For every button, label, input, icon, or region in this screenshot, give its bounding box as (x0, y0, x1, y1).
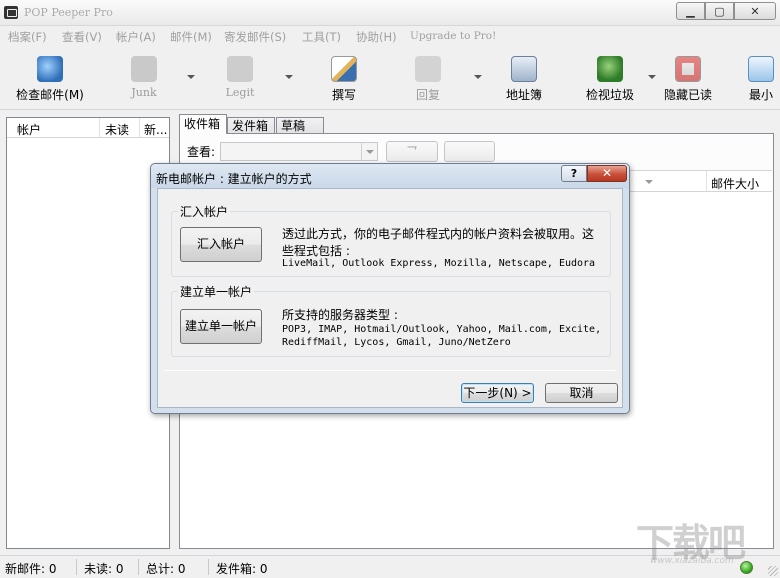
tab-inbox[interactable]: 收件箱 (179, 114, 227, 134)
import-description: 透过此方式，你的电子邮件程式内的帐户资料会被取用。这 些程式包括 : (282, 225, 608, 259)
menu-upgrade[interactable]: Upgrade to Pro! (410, 30, 496, 42)
servers-list: POP3, IMAP, Hotmail/Outlook, Yahoo, Mail… (282, 323, 601, 349)
maximize-button[interactable]: ▢ (705, 2, 734, 20)
address-book-icon (511, 56, 537, 82)
reply-label: 回复 (415, 88, 440, 102)
status-bar: 新邮件: 0 未读: 0 总计: 0 发件箱: 0 (0, 555, 780, 578)
address-book-label: 地址簿 (505, 88, 542, 102)
dialog-client: 汇入帐户 汇入帐户 透过此方式，你的电子邮件程式内的帐户资料会被取用。这 些程式… (157, 188, 623, 408)
servers-line1: POP3, IMAP, Hotmail/Outlook, Yahoo, Mail… (282, 324, 602, 335)
new-account-dialog: 新电邮帐户 : 建立帐户的方式 ? ✕ 汇入帐户 汇入帐户 透过此方式，你的电子… (150, 163, 630, 414)
chevron-down-icon[interactable] (361, 143, 377, 160)
close-window-button[interactable]: ✕ (734, 2, 776, 20)
column-mail-size[interactable]: 邮件大小 (711, 175, 759, 192)
cancel-button[interactable]: 取消 (545, 383, 618, 403)
minimize-label: 最小 (748, 88, 773, 102)
tab-drafts[interactable]: 草稿 (276, 117, 324, 134)
menu-view[interactable]: 查看(V) (62, 29, 102, 45)
connection-status-icon[interactable] (740, 561, 753, 574)
address-book-button[interactable]: 地址簿 (500, 52, 548, 106)
title-bar: POP Peeper Pro ▁ ▢ ✕ (0, 0, 780, 26)
menu-mail[interactable]: 邮件(M) (170, 29, 212, 45)
column-divider[interactable] (99, 118, 100, 137)
servers-description: 所支持的服务器类型 : (282, 308, 398, 322)
column-unread[interactable]: 未读 (105, 121, 129, 138)
view-secondary-button[interactable] (444, 141, 495, 162)
toolbar: 检查邮件(M) Junk Legit 撰写 回复 地址簿 检视垃圾 隐藏已读 最… (0, 46, 780, 110)
column-divider[interactable] (706, 171, 707, 191)
column-new[interactable]: 新... (144, 121, 167, 138)
check-mail-label: 检查邮件(M) (16, 88, 84, 102)
check-mail-button[interactable]: 检查邮件(M) (14, 52, 86, 106)
check-mail-icon (37, 56, 63, 82)
legit-label: Legit (225, 86, 255, 99)
hide-read-label: 隐藏已读 (663, 88, 712, 102)
import-account-group: 汇入帐户 汇入帐户 透过此方式，你的电子邮件程式内的帐户资料会被取用。这 些程式… (171, 203, 611, 277)
hide-read-button[interactable]: 隐藏已读 (660, 52, 716, 106)
menu-tools[interactable]: 工具(T) (302, 29, 341, 45)
junk-dropdown-arrow[interactable] (187, 75, 195, 79)
view-label: 查看: (187, 145, 216, 159)
view-junk-dropdown-arrow[interactable] (648, 75, 656, 79)
view-junk-icon (597, 56, 623, 82)
column-account[interactable]: 帐户 (17, 121, 41, 138)
legit-dropdown-arrow[interactable] (285, 75, 293, 79)
sort-caret-icon[interactable] (645, 180, 653, 184)
junk-button[interactable]: Junk (120, 52, 168, 106)
status-divider (138, 559, 139, 575)
minimize-icon (748, 56, 774, 82)
reply-dropdown-arrow[interactable] (474, 75, 482, 79)
create-single-account-button[interactable]: 建立单一帐户 (180, 309, 262, 344)
status-divider (208, 559, 209, 575)
legit-thumb-up-icon (227, 56, 253, 82)
import-desc-line1: 透过此方式，你的电子邮件程式内的帐户资料会被取用。这 (282, 227, 595, 241)
dialog-divider (164, 370, 616, 371)
resize-grip-icon[interactable] (768, 566, 778, 576)
compose-icon (331, 56, 357, 82)
compose-button[interactable]: 撰写 (320, 52, 368, 106)
menu-account[interactable]: 帐户(A) (116, 29, 156, 45)
view-junk-button[interactable]: 检视垃圾 (582, 52, 638, 106)
import-account-button[interactable]: 汇入帐户 (180, 227, 262, 262)
legit-button[interactable]: Legit (216, 52, 264, 106)
window-title: POP Peeper Pro (24, 6, 113, 19)
dialog-frame: 新电邮帐户 : 建立帐户的方式 ? ✕ 汇入帐户 汇入帐户 透过此方式，你的电子… (151, 164, 629, 413)
menu-file[interactable]: 档案(F) (8, 29, 47, 45)
app-icon (4, 6, 18, 19)
view-select[interactable] (220, 142, 378, 161)
status-total: 总计: 0 (146, 562, 186, 576)
tab-outbox[interactable]: 发件箱 (227, 117, 275, 134)
compose-label: 撰写 (331, 88, 356, 102)
reply-icon (415, 56, 441, 82)
junk-label: Junk (131, 86, 157, 99)
accounts-header: 帐户 未读 新... (7, 118, 169, 138)
menu-help[interactable]: 协助(H) (356, 29, 397, 45)
single-group-title: 建立单一帐户 (178, 283, 255, 300)
status-divider (76, 559, 77, 575)
status-unread: 未读: 0 (84, 562, 124, 576)
status-new-mail: 新邮件: 0 (5, 562, 57, 576)
minimize-button[interactable]: ▁ (676, 2, 705, 20)
hide-read-icon (675, 56, 701, 82)
dialog-title: 新电邮帐户 : 建立帐户的方式 (156, 172, 312, 186)
accounts-panel[interactable]: 帐户 未读 新... (6, 117, 170, 549)
servers-line2: RediffMail, Lycos, Gmail, Juno/NetZero (282, 337, 511, 348)
junk-thumb-down-icon (131, 56, 157, 82)
column-divider[interactable] (139, 118, 140, 137)
next-button[interactable]: 下一步(N) > (461, 383, 534, 403)
single-account-group: 建立单一帐户 建立单一帐户 所支持的服务器类型 : POP3, IMAP, Ho… (171, 283, 611, 357)
reply-button[interactable]: 回复 (404, 52, 452, 106)
menu-bar: 档案(F) 查看(V) 帐户(A) 邮件(M) 寄发邮件(S) 工具(T) 协助… (0, 26, 780, 46)
view-junk-label: 检视垃圾 (585, 88, 634, 102)
view-apply-button[interactable]: ⺂ (386, 141, 438, 162)
import-group-title: 汇入帐户 (178, 203, 231, 220)
menu-send-mail[interactable]: 寄发邮件(S) (224, 29, 286, 45)
help-button[interactable]: ? (561, 165, 587, 182)
minimize-to-tray-button[interactable]: 最小 (744, 52, 778, 106)
import-programs-list: LiveMail, Outlook Express, Mozilla, Nets… (282, 258, 596, 269)
dialog-close-button[interactable]: ✕ (587, 165, 627, 182)
window-controls: ▁ ▢ ✕ (676, 2, 776, 20)
status-outbox: 发件箱: 0 (216, 562, 268, 576)
